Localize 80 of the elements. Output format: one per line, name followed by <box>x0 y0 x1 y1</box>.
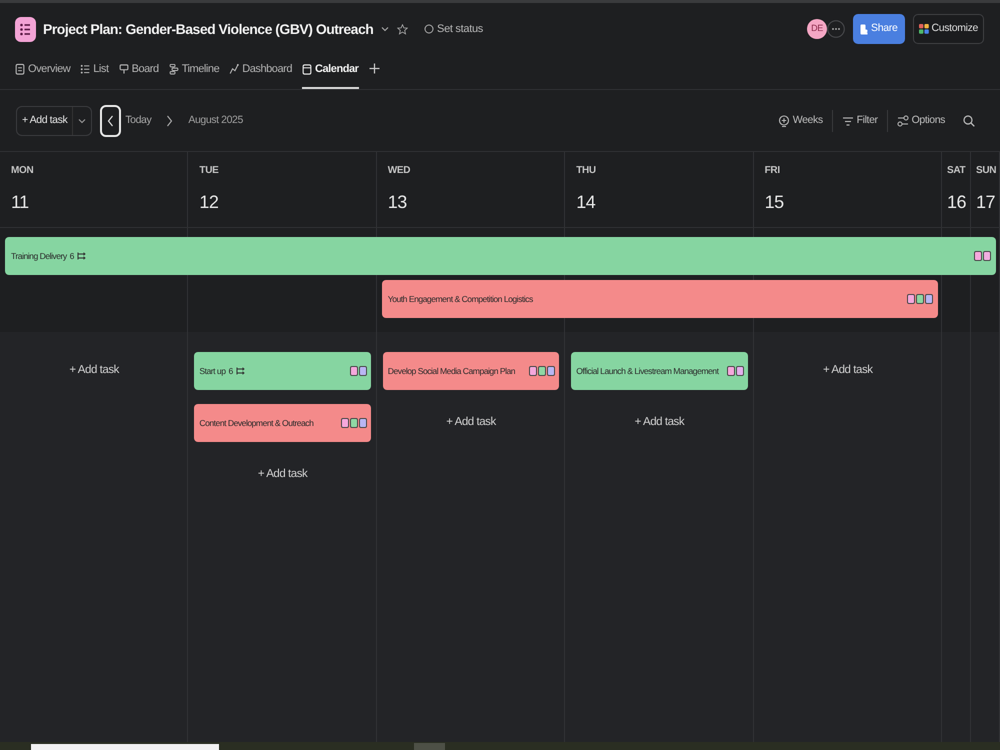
chevron-right-icon <box>166 114 174 126</box>
view-tab[interactable]: Overview <box>15 55 70 89</box>
day-number: 14 <box>576 191 596 213</box>
apps-icon <box>918 24 929 34</box>
task-title: Start up <box>199 364 226 378</box>
board-icon <box>118 63 129 75</box>
subtask-icon <box>77 252 86 260</box>
calendar-icon <box>302 63 312 75</box>
customize-button[interactable]: Customize <box>912 14 984 44</box>
document-icon <box>15 63 25 75</box>
day-name: SAT <box>946 165 966 177</box>
zoom-in-icon <box>778 114 790 126</box>
scrollbar-thumb <box>414 743 445 750</box>
view-tab[interactable]: Timeline <box>168 55 220 89</box>
page-icon <box>860 24 868 34</box>
subtask-count: 6 <box>70 250 74 262</box>
day-number: 17 <box>976 191 995 213</box>
task-title: Training Delivery <box>11 250 67 262</box>
current-period: August 2025 <box>188 112 243 128</box>
day-number: 12 <box>199 191 220 213</box>
search-icon <box>963 114 975 126</box>
task-title: Content Development & Outreach <box>199 416 314 430</box>
task-title: Develop Social Media Campaign Plan <box>388 364 516 378</box>
set-status-button[interactable]: Set status <box>424 24 483 34</box>
toolbar-button[interactable]: Weeks <box>768 110 832 132</box>
add-view-button[interactable] <box>368 63 380 74</box>
add-task-button[interactable]: + Add task <box>17 106 74 134</box>
chevron-left-icon <box>107 114 114 126</box>
plus-icon <box>368 63 380 74</box>
day-number: 15 <box>764 191 785 213</box>
view-tab[interactable]: Board <box>118 55 159 89</box>
previous-button[interactable] <box>100 104 122 136</box>
add-task-button[interactable]: + Add task <box>626 404 692 442</box>
view-tab[interactable]: Calendar <box>302 55 358 89</box>
add-task-split-button[interactable]: + Add task <box>16 106 92 136</box>
user-avatar[interactable]: DE <box>807 19 828 39</box>
subtask-count: 6 <box>228 364 234 378</box>
add-task-button[interactable]: + Add task <box>61 352 127 390</box>
toolbar-button[interactable]: Options <box>886 110 954 132</box>
add-task-button[interactable]: + Add task <box>438 404 504 442</box>
subtask-icon <box>236 367 246 375</box>
filter-icon <box>842 114 854 126</box>
add-task-button[interactable]: + Add task <box>815 352 881 390</box>
task-bar[interactable]: Training Delivery 6 <box>5 237 996 275</box>
favorite-button[interactable] <box>397 24 408 34</box>
day-name: WED <box>388 165 412 177</box>
toolbar-button[interactable]: Filter <box>832 110 887 132</box>
today-button[interactable]: Today <box>125 112 152 128</box>
more-icon <box>827 20 846 38</box>
task-card[interactable]: Official Launch & Livestream Management <box>571 352 748 390</box>
task-title: Official Launch & Livestream Management <box>576 364 718 378</box>
task-card[interactable]: Content Development & Outreach <box>194 404 371 442</box>
day-name: TUE <box>199 165 220 177</box>
more-members-button[interactable] <box>827 20 846 38</box>
day-name: SUN <box>976 165 995 177</box>
day-number: 13 <box>388 191 408 213</box>
task-card[interactable]: Start up 6 <box>194 352 371 390</box>
star-icon <box>397 24 408 34</box>
share-button[interactable]: Share <box>853 14 905 44</box>
day-name: MON <box>11 165 34 177</box>
title-menu-button[interactable] <box>381 26 390 32</box>
task-title: Youth Engagement & Competition Logistics <box>388 292 533 306</box>
day-number: 16 <box>946 191 966 213</box>
circle-icon <box>424 24 434 34</box>
add-task-button[interactable]: + Add task <box>250 456 316 494</box>
app-list-icon <box>15 16 36 42</box>
chart-line-icon <box>229 63 240 75</box>
caret-icon <box>78 118 86 124</box>
day-name: THU <box>576 165 597 177</box>
day-number: 11 <box>11 191 30 213</box>
timeline-icon <box>168 63 179 75</box>
view-tab[interactable]: Dashboard <box>229 55 292 89</box>
day-name: FRI <box>764 165 781 177</box>
sliders-icon <box>896 114 909 126</box>
task-card[interactable]: Develop Social Media Campaign Plan <box>382 352 560 390</box>
view-tab[interactable]: List <box>80 55 109 89</box>
chevron-down-icon <box>381 26 390 32</box>
task-bar[interactable]: Youth Engagement & Competition Logistics <box>382 280 938 318</box>
project-title: Project Plan: Gender-Based Violence (GBV) Outreach <box>43 20 374 39</box>
list-icon <box>80 63 90 75</box>
